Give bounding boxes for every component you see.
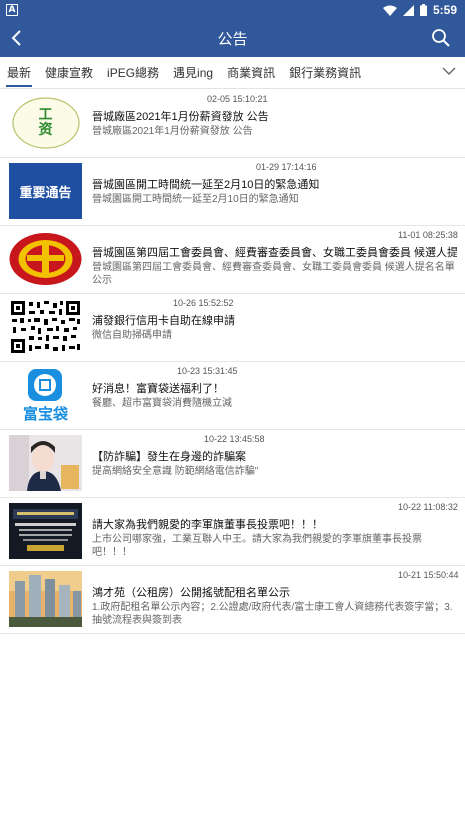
list-item[interactable]: 10-22 11:08:32 請大家為我們親愛的李軍旗董事長投票吧！！！ 上市公… bbox=[0, 498, 465, 566]
category-tabs: 最新 健康宣教 iPEG總務 遇見ing 商業資訊 銀行業務資訊 bbox=[0, 57, 465, 89]
union-emblem-thumbnail bbox=[9, 231, 82, 287]
fubao-text: 富宝袋 bbox=[22, 405, 68, 423]
item-subtitle: 上市公司哪家強，工業互聯人中王。請大家為我們親愛的李軍旗董事長投票吧！！！ bbox=[92, 534, 422, 558]
item-subtitle: 晉城園區第四屆工會委員會、經費審查委員會、女職工委員會委員 候選人提名名單公示 bbox=[92, 262, 455, 286]
list-item[interactable]: 重要通告 01-29 17:14:16 晉城園區開工時間統一延至2月10日的緊急… bbox=[0, 158, 465, 226]
police-photo-thumbnail bbox=[9, 435, 82, 491]
timestamp: 01-29 17:14:16 bbox=[256, 162, 317, 172]
status-bar: A 5:59 bbox=[0, 0, 465, 20]
wage-logo-thumbnail: 工 资 bbox=[9, 95, 82, 151]
fubao-logo-thumbnail: 富宝袋 bbox=[9, 367, 82, 423]
list-item[interactable]: 工 资 02-05 15:10:21 晉城廠區2021年1月份薪資發放 公告 晉… bbox=[0, 90, 465, 158]
page-title: 公告 bbox=[217, 31, 248, 48]
timestamp: 10-23 15:31:45 bbox=[177, 366, 238, 376]
back-arrow-icon[interactable] bbox=[8, 28, 28, 48]
wage-logo-char-1: 工 bbox=[38, 107, 53, 123]
building-photo-thumbnail bbox=[9, 571, 82, 627]
list-item[interactable]: 10-22 13:45:58 【防詐騙】發生在身邊的詐騙案 提高網絡安全意識 防… bbox=[0, 430, 465, 498]
award-photo-thumbnail bbox=[9, 503, 82, 559]
tab-meet[interactable]: 遇見ing bbox=[166, 57, 220, 89]
search-icon[interactable] bbox=[431, 28, 451, 48]
notice-text: 重要通告 bbox=[19, 185, 72, 201]
timestamp: 10-22 11:08:32 bbox=[398, 502, 458, 512]
timestamp: 10-26 15:52:52 bbox=[173, 298, 234, 308]
signal-icon bbox=[402, 4, 414, 16]
item-subtitle: 提高網絡安全意識 防範網絡電信詐騙" bbox=[92, 466, 259, 477]
list-item[interactable]: 11-01 08:25:38 晉城園區第四屆工會委員會、經費審查委員會、女職工委… bbox=[0, 226, 465, 294]
item-title: 好消息！富寶袋送福利了！ bbox=[92, 383, 224, 395]
announcement-list: 工 资 02-05 15:10:21 晉城廠區2021年1月份薪資發放 公告 晉… bbox=[0, 90, 465, 634]
item-subtitle: 微信自助掃碼申請 bbox=[92, 330, 172, 341]
status-icons: 5:59 bbox=[382, 3, 457, 17]
timestamp: 10-22 13:45:58 bbox=[204, 434, 265, 444]
battery-icon bbox=[419, 4, 427, 16]
list-item[interactable]: 10-26 15:52:52 浦發銀行信用卡自助在線申請 微信自助掃碼申請 bbox=[0, 294, 465, 362]
list-item[interactable]: 富宝袋 10-23 15:31:45 好消息！富寶袋送福利了！ 餐廳、超市富寶袋… bbox=[0, 362, 465, 430]
item-title: 請大家為我們親愛的李軍旗董事長投票吧！！！ bbox=[92, 519, 323, 531]
tab-latest[interactable]: 最新 bbox=[0, 57, 38, 89]
wage-logo-char-2: 资 bbox=[38, 122, 53, 138]
notification-badge: A bbox=[6, 4, 18, 16]
item-title: 晉城園區第四屆工會委員會、經費審查委員會、女職工委員會委員 候選人提... bbox=[92, 247, 457, 259]
tab-ipeg[interactable]: iPEG總務 bbox=[100, 57, 166, 89]
wifi-icon bbox=[382, 5, 397, 16]
item-subtitle: 晉城園區開工時間統一延至2月10日的緊急通知 bbox=[92, 194, 299, 205]
item-subtitle: 餐廳、超市富寶袋消費隨機立減 bbox=[92, 398, 232, 409]
item-subtitle: 晉城廠區2021年1月份薪資發放 公告 bbox=[92, 126, 253, 137]
timestamp: 10-21 15:50:44 bbox=[398, 570, 459, 580]
list-item[interactable]: 10-21 15:50:44 鴻才苑（公租房）公開搖號配租名單公示 1.政府配租… bbox=[0, 566, 465, 634]
item-title: 浦發銀行信用卡自助在線申請 bbox=[92, 315, 235, 327]
chevron-down-icon[interactable] bbox=[441, 63, 457, 79]
qr-code-thumbnail bbox=[9, 299, 82, 355]
item-subtitle: 1.政府配租名單公示內容；2.公證處/政府代表/富士康工會人資總務代表簽字當；3… bbox=[92, 602, 453, 626]
item-title: 【防詐騙】發生在身邊的詐騙案 bbox=[92, 451, 246, 463]
clock: 5:59 bbox=[432, 3, 457, 17]
item-title: 晉城園區開工時間統一延至2月10日的緊急通知 bbox=[92, 179, 320, 191]
timestamp: 02-05 15:10:21 bbox=[207, 94, 268, 104]
tab-banking[interactable]: 銀行業務資訊 bbox=[282, 57, 368, 89]
tab-business[interactable]: 商業資訊 bbox=[220, 57, 282, 89]
app-bar: 公告 bbox=[0, 20, 465, 57]
timestamp: 11-01 08:25:38 bbox=[398, 230, 458, 240]
notice-thumbnail: 重要通告 bbox=[9, 163, 82, 219]
item-title: 鴻才苑（公租房）公開搖號配租名單公示 bbox=[92, 587, 290, 599]
item-title: 晉城廠區2021年1月份薪資發放 公告 bbox=[92, 111, 269, 123]
tab-health[interactable]: 健康宣教 bbox=[38, 57, 100, 89]
